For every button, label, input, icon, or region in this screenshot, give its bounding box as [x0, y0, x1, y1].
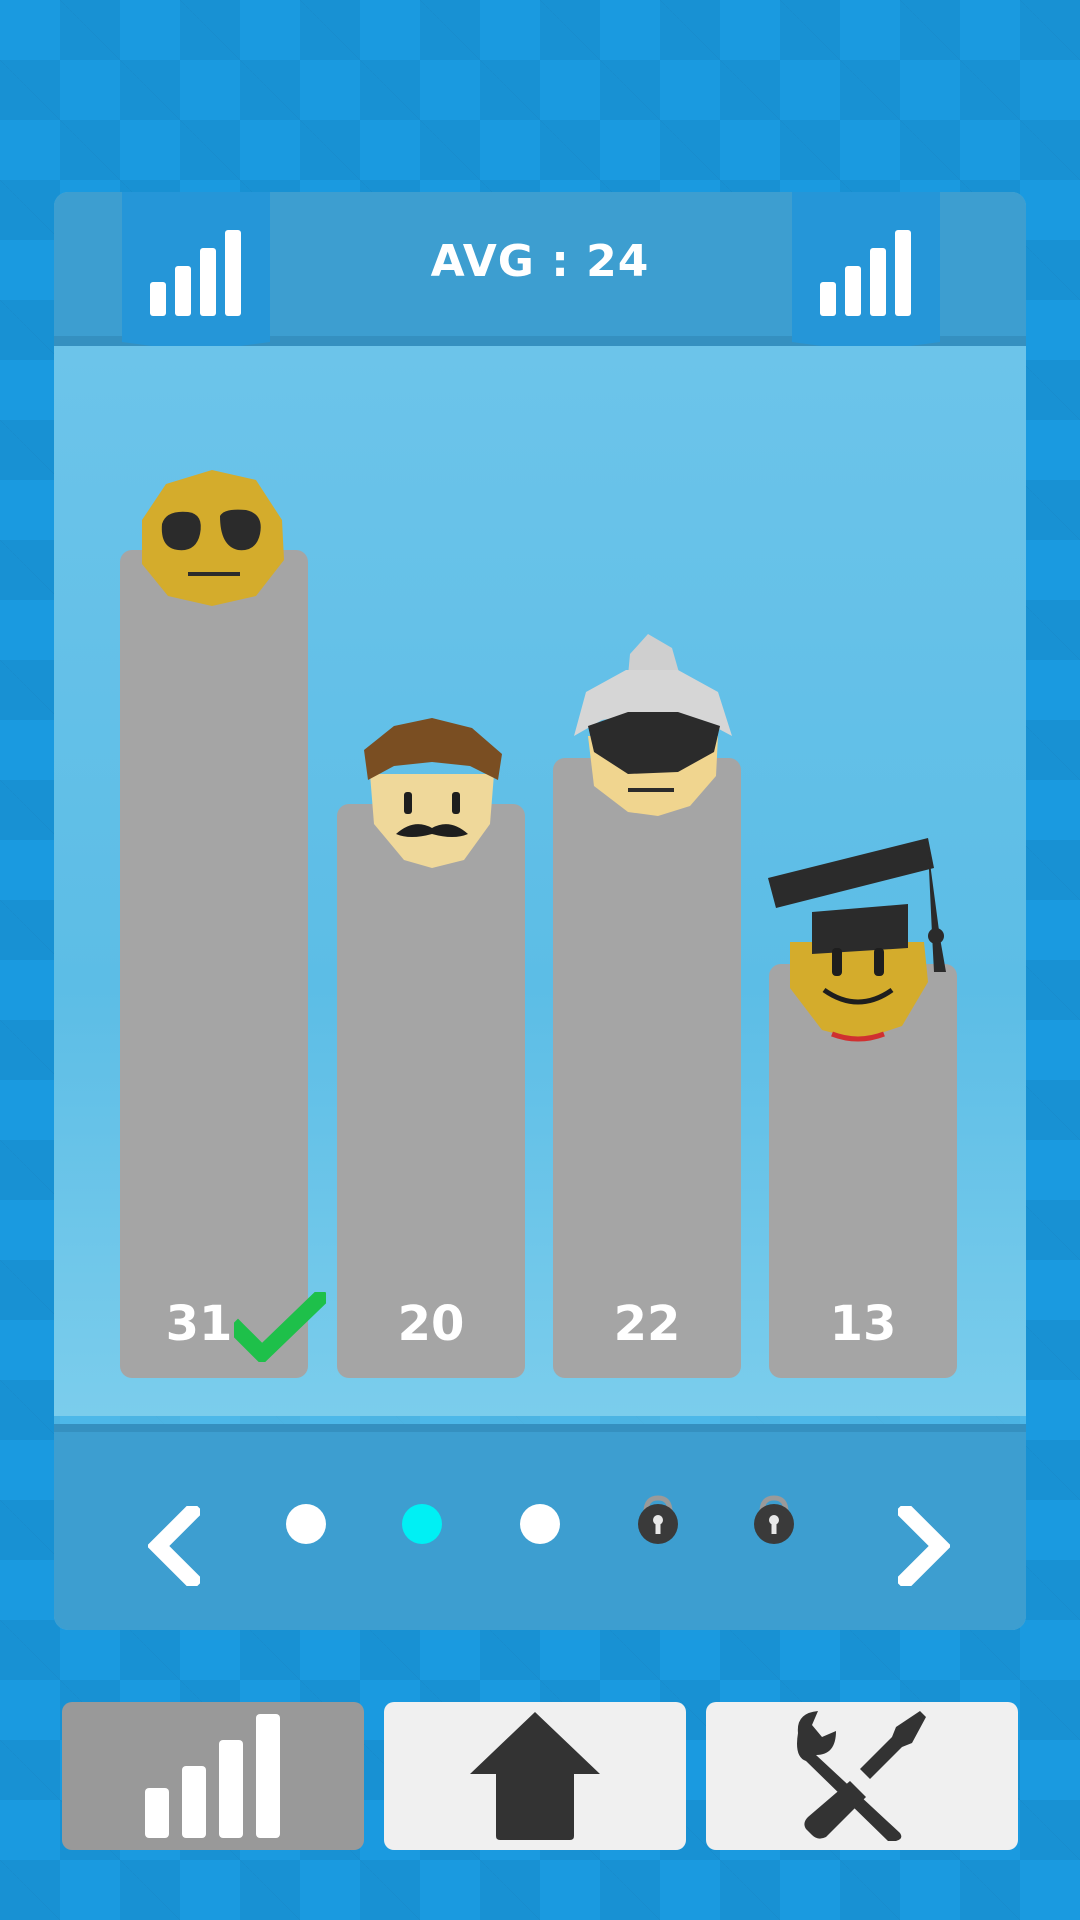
stats-tab-button[interactable]: [62, 1702, 364, 1850]
locked-page-dot-4-lock-icon[interactable]: [636, 1494, 680, 1546]
score-value: 22: [613, 1296, 681, 1352]
sunglasses-face-avatar: [142, 470, 284, 606]
home-icon: [470, 1712, 600, 1840]
previous-page-arrow-icon[interactable]: [148, 1506, 200, 1586]
locked-page-dot-5-lock-icon[interactable]: [752, 1494, 796, 1546]
page-dot-3[interactable]: [520, 1504, 560, 1544]
mustache-face-avatar: [364, 718, 502, 868]
page-dot-1[interactable]: [286, 1504, 326, 1544]
graduate-face-avatar: [768, 838, 946, 1042]
score-value: 13: [829, 1296, 897, 1352]
tools-tab-button[interactable]: [706, 1702, 1018, 1850]
score-value: 20: [397, 1296, 465, 1352]
page-dot-2[interactable]: [402, 1504, 442, 1544]
score-bar-1[interactable]: 31: [120, 550, 308, 1378]
bar-chart-icon: [820, 230, 911, 316]
score-bar-3[interactable]: 22: [553, 758, 741, 1378]
wrench-screwdriver-icon: [797, 1711, 926, 1841]
score-bar-2[interactable]: 20: [337, 804, 525, 1378]
beanie-face-avatar: [574, 634, 732, 816]
checkmark-icon: [234, 1292, 326, 1362]
next-page-arrow-icon[interactable]: [898, 1506, 950, 1586]
home-tab-button[interactable]: [384, 1702, 686, 1850]
stats-panel: AVG : 24 31 20 22 13: [54, 192, 1026, 1630]
bar-chart-icon: [145, 1714, 280, 1838]
bar-chart-icon: [150, 230, 241, 316]
stats-ribbon-left: [122, 192, 270, 352]
stats-ribbon-right: [792, 192, 940, 352]
